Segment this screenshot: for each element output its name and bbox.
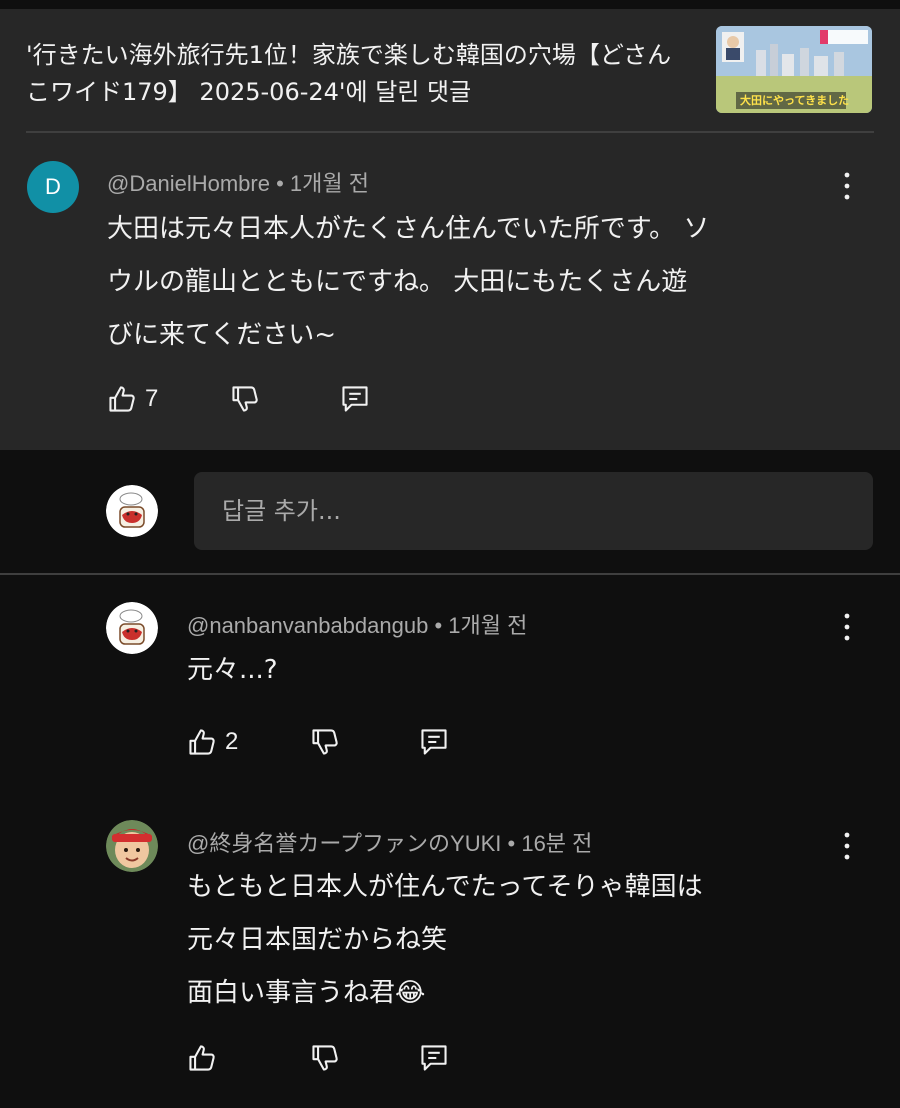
section-divider <box>0 573 900 575</box>
comment-body: 大田は元々日本人がたくさん住んでいた所です。 ソ ウルの龍山とともにですね。 大… <box>107 203 847 362</box>
avatar[interactable] <box>106 602 158 654</box>
child-photo-avatar-icon <box>106 820 158 872</box>
reply-line: 面白い事言うね君😂 <box>187 978 426 1008</box>
reply-line: もともと日本人が住んでたってそりゃ韓国は <box>187 872 703 902</box>
like-count: 7 <box>145 385 159 412</box>
comment-meta: @DanielHombre • 1개월 전 <box>107 166 369 198</box>
reply-body: もともと日本人が住んでたってそりゃ韓国は 元々日本国だからね笑 面白い事言うね君… <box>187 861 827 1020</box>
reply-meta: @nanbanvanbabdangub • 1개월 전 <box>187 608 527 640</box>
comment-line: ウルの龍山とともにですね。 大田にもたくさん遊 <box>107 267 688 297</box>
current-user-avatar[interactable] <box>106 485 158 537</box>
like-count: 2 <box>225 728 239 755</box>
comment-author[interactable]: @DanielHombre <box>107 171 270 196</box>
reply-author[interactable]: @終身名誉カープファンのYUKI <box>187 831 501 856</box>
thumbs-up-icon <box>189 1045 215 1071</box>
like-button[interactable]: 2 <box>187 727 238 757</box>
header-divider <box>26 131 874 133</box>
rice-character-avatar-icon <box>106 485 158 537</box>
avatar[interactable] <box>106 820 158 872</box>
comment-line: びに来てください~ <box>107 320 337 350</box>
reply-button[interactable] <box>419 1043 449 1073</box>
reply-button[interactable] <box>419 727 449 757</box>
reply-icon <box>421 729 447 755</box>
reply-meta: @終身名誉カープファンのYUKI • 16분 전 <box>187 826 592 858</box>
thumbs-down-icon <box>312 729 338 755</box>
reply-author[interactable]: @nanbanvanbabdangub <box>187 613 428 638</box>
reply-body: 元々...? <box>187 644 827 697</box>
top-edge <box>0 0 900 9</box>
reply-input[interactable] <box>194 472 873 550</box>
meta-separator: • <box>434 613 449 638</box>
thumbs-down-icon <box>312 1045 338 1071</box>
rice-character-avatar-icon <box>106 602 158 654</box>
thumbnail-caption: 大田にやってきました <box>740 94 850 107</box>
more-vert-icon[interactable] <box>835 171 859 201</box>
like-button[interactable] <box>187 1043 225 1073</box>
dislike-button[interactable] <box>230 384 260 414</box>
thumbs-down-icon <box>232 386 258 412</box>
meta-separator: • <box>276 171 290 196</box>
reply-time: 16분 전 <box>521 831 593 856</box>
more-vert-icon[interactable] <box>835 831 859 861</box>
reply-icon <box>421 1045 447 1071</box>
video-thumbnail[interactable]: 大田にやってきました <box>716 26 872 113</box>
reply-line: 元々日本国だからね笑 <box>187 925 448 955</box>
meta-separator: • <box>507 831 522 856</box>
reply-button[interactable] <box>340 384 370 414</box>
comment-time: 1개월 전 <box>289 171 369 196</box>
reply-time: 1개월 전 <box>448 613 528 638</box>
comment-line: 大田は元々日本人がたくさん住んでいた所です。 ソ <box>107 214 710 244</box>
like-button[interactable]: 7 <box>107 384 158 414</box>
video-title[interactable]: '行きたい海外旅行先1位！家族で楽しむ韓国の穴場【どさんこワイド179】 202… <box>26 37 686 111</box>
dislike-button[interactable] <box>310 727 340 757</box>
reply-line: 元々...? <box>187 655 278 685</box>
thumbs-up-icon <box>189 729 215 755</box>
avatar[interactable]: D <box>27 161 79 213</box>
comment-thread-header: '行きたい海外旅行先1位！家族で楽しむ韓国の穴場【どさんこワイド179】 202… <box>0 9 900 450</box>
more-vert-icon[interactable] <box>835 612 859 642</box>
reply-icon <box>342 386 368 412</box>
avatar-letter: D <box>45 174 61 199</box>
thumbs-up-icon <box>109 386 135 412</box>
dislike-button[interactable] <box>310 1043 340 1073</box>
